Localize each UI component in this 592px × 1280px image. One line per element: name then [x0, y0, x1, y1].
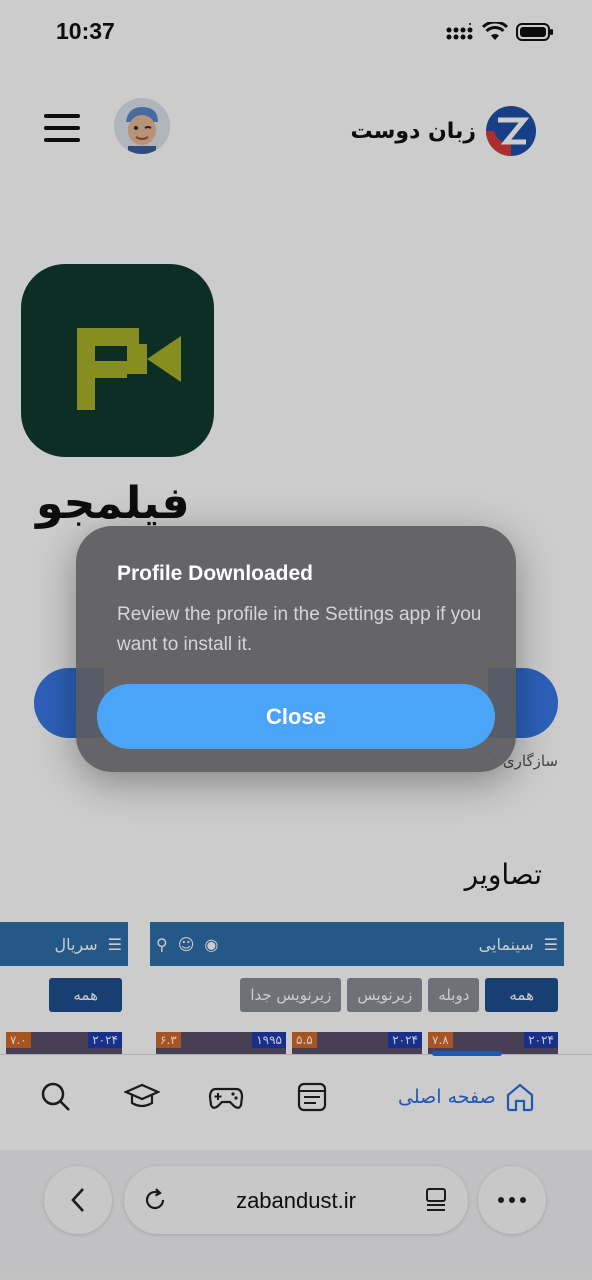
alert-title: Profile Downloaded: [117, 562, 314, 585]
profile-downloaded-alert: Profile Downloaded Review the profile in…: [76, 526, 516, 772]
close-button[interactable]: Close: [97, 684, 495, 749]
alert-message: Review the profile in the Settings app i…: [117, 604, 482, 655]
